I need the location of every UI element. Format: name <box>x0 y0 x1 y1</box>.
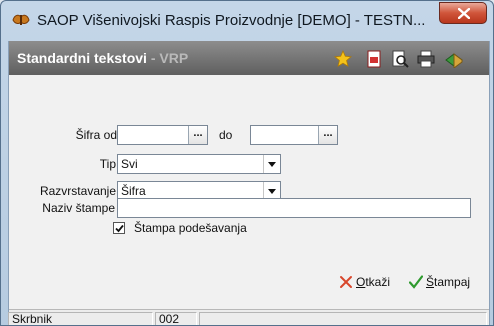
title-bar[interactable]: SAOP Višenivojski Raspis Proizvodnje [DE… <box>1 1 493 41</box>
dialog-body: Standardni tekstovi - VRP Šifra od ... d… <box>8 41 490 325</box>
stampa-podesavanja-label: Štampa podešavanja <box>134 221 247 235</box>
dialog-title-main: Standardni tekstovi <box>17 50 147 66</box>
cancel-button-label: Otkaži <box>356 275 391 289</box>
chevron-down-icon[interactable] <box>263 155 280 173</box>
tip-select[interactable]: Svi <box>117 154 281 174</box>
app-logo-icon <box>12 14 30 25</box>
sifra-od-browse-button[interactable]: ... <box>188 126 207 144</box>
do-label: do <box>219 128 233 142</box>
close-button[interactable] <box>439 2 487 24</box>
pdf-export-icon[interactable] <box>365 50 383 68</box>
checkmark-icon <box>115 224 124 233</box>
checkmark-icon <box>409 275 423 289</box>
print-preview-icon[interactable] <box>391 50 409 68</box>
razvrstavanje-value: Šifra <box>121 184 146 198</box>
sifra-do-browse-button[interactable]: ... <box>318 126 337 144</box>
favorite-star-icon[interactable] <box>334 50 352 68</box>
dialog-header: Standardni tekstovi - VRP <box>9 41 489 75</box>
export-book-icon[interactable] <box>445 50 463 68</box>
window-title: SAOP Višenivojski Raspis Proizvodnje [DE… <box>37 12 426 29</box>
close-icon <box>458 8 470 19</box>
dialog-title-sub: - VRP <box>150 50 189 66</box>
sifra-od-input[interactable]: ... <box>117 125 208 145</box>
cancel-x-icon <box>340 276 352 288</box>
tip-label: Tip <box>99 157 116 171</box>
sifra-do-input[interactable]: ... <box>250 125 338 145</box>
dialog-title: Standardni tekstovi - VRP <box>17 50 188 66</box>
status-code: 002 <box>155 312 197 325</box>
cancel-button[interactable]: Otkaži <box>339 273 405 291</box>
naziv-stampe-input[interactable] <box>117 198 471 218</box>
sifra-od-label: Šifra od <box>75 128 117 142</box>
razvrstavanje-label: Razvrstavanje <box>39 184 116 198</box>
app-window: SAOP Višenivojski Raspis Proizvodnje [DE… <box>0 0 494 326</box>
status-bar: Skrbnik 002 <box>8 309 489 325</box>
tip-value: Svi <box>121 157 138 171</box>
stampa-podesavanja-checkbox[interactable] <box>113 222 125 234</box>
naziv-stampe-label: Naziv štampe <box>42 201 115 215</box>
printer-icon[interactable] <box>417 50 435 68</box>
status-extra <box>199 312 487 325</box>
print-button[interactable]: Štampaj <box>409 273 487 291</box>
status-user: Skrbnik <box>8 312 153 325</box>
print-button-label: Štampaj <box>426 275 471 289</box>
